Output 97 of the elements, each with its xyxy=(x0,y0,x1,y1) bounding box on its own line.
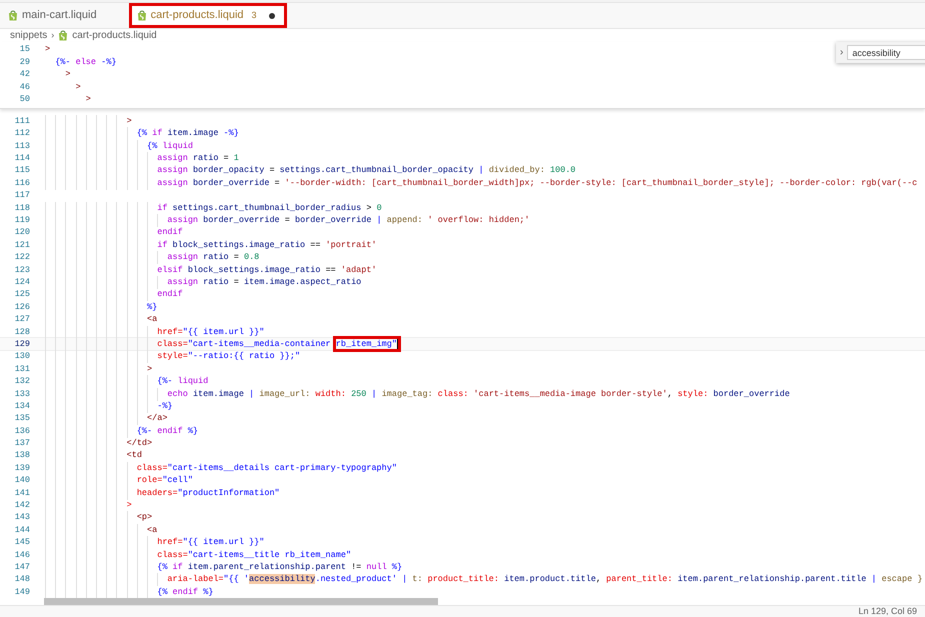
line-number: 144 xyxy=(14,526,30,534)
cursor-position[interactable]: Ln 129, Col 69 xyxy=(858,604,917,617)
code-line: assign ratio = 0.8 xyxy=(166,253,260,262)
line-number: 121 xyxy=(14,240,30,250)
code-line: %} xyxy=(146,302,158,312)
code-line: endif xyxy=(156,290,183,299)
code-line: > xyxy=(74,82,81,92)
code-line: href="{{ item.url }}" xyxy=(156,538,264,547)
line-number: 132 xyxy=(14,377,30,386)
line-number: 124 xyxy=(14,278,30,286)
line-number: 136 xyxy=(14,426,30,436)
breadcrumb-item[interactable]: cart-products.liquid xyxy=(72,28,157,43)
line-number: 114 xyxy=(14,154,30,163)
code-line: endif xyxy=(156,228,183,237)
line-number: 113 xyxy=(14,142,30,150)
line-number: 146 xyxy=(14,550,30,560)
problem-count: 3 xyxy=(252,8,257,22)
code-line: assign ratio = 1 xyxy=(156,154,239,163)
code-line: > xyxy=(146,364,152,374)
editor-tab[interactable]: cart-products.liquid 3 xyxy=(128,3,287,28)
code-line: assign border_opacity = settings.cart_thumbnail_border_opacity | divided_by: 100.0 xyxy=(156,166,576,175)
breadcrumb-separator: › xyxy=(51,28,54,42)
line-number: 46 xyxy=(18,82,30,92)
line-number: 129 xyxy=(14,340,30,348)
editor-tab[interactable]: main-cart.liquid xyxy=(0,3,105,28)
line-number: 128 xyxy=(14,328,30,336)
line-number: 111 xyxy=(14,116,30,126)
code-line: {% liquid xyxy=(146,142,193,150)
code-line: assign border_override = '--border-width: [cart_thumbnail_border_width]px; --border-style: [cart_thumbnail_border_style]; --border-color: rgb(var(--c xyxy=(156,178,918,188)
code-line: {% endif %} xyxy=(156,588,214,596)
code-line: {%- else -%} xyxy=(54,58,116,66)
code-line: {%- endif %} xyxy=(136,426,198,436)
line-number: 133 xyxy=(14,390,30,398)
code-line: if settings.cart_thumbnail_border_radius > 0 xyxy=(156,204,382,212)
line-number: 147 xyxy=(14,562,30,572)
code-line: headers="productInformation" xyxy=(136,488,280,498)
line-number: 141 xyxy=(14,488,30,498)
code-line: </td> xyxy=(126,439,152,448)
line-number: 120 xyxy=(14,228,30,237)
code-line: > xyxy=(64,70,71,79)
code-line: if block_settings.image_ratio == 'portrait' xyxy=(156,240,377,250)
code-line: echo item.image | image_url: width: 250 | image_tag: class: 'cart-items__media-image border-style', style: border_override xyxy=(166,390,790,398)
line-number: 15 xyxy=(18,44,30,54)
code-line: {% if item.parent_relationship.parent != null %} xyxy=(156,562,402,572)
find-input[interactable]: accessibility xyxy=(847,45,925,60)
line-number: 145 xyxy=(14,538,30,547)
code-line: class="cart-items__title rb_item_name" xyxy=(156,550,352,560)
line-number: 118 xyxy=(14,204,30,212)
code-line: elsif block_settings.image_ratio == 'adapt' xyxy=(156,266,377,274)
line-number: 29 xyxy=(18,58,30,66)
code-line: href="{{ item.url }}" xyxy=(156,328,264,336)
line-number: 131 xyxy=(14,364,30,374)
line-number: 127 xyxy=(14,315,30,324)
line-number: 119 xyxy=(14,216,30,225)
code-line: {%- liquid xyxy=(156,377,208,386)
code-line: aria-label="{{ 'accessibility.nested_product' | t: product_title: item.product.title, parent_title: item.parent_relationship.parent.title | escape } xyxy=(166,575,922,584)
line-number: 140 xyxy=(14,476,30,485)
line-number: 138 xyxy=(14,451,30,460)
line-number: 137 xyxy=(14,439,30,448)
line-number: 125 xyxy=(14,290,30,299)
code-line: > xyxy=(126,501,132,510)
code-line: > xyxy=(45,44,50,54)
line-number: 116 xyxy=(14,178,30,188)
line-number: 117 xyxy=(14,191,30,200)
code-line: </a> xyxy=(146,414,168,423)
line-number: 143 xyxy=(14,513,30,522)
line-number: 135 xyxy=(14,414,30,423)
breadcrumb-item[interactable]: snippets xyxy=(10,28,48,43)
code-line: -%} xyxy=(156,402,173,410)
horizontal-scrollbar[interactable] xyxy=(44,598,438,605)
line-number: 149 xyxy=(14,588,30,596)
code-line: <a xyxy=(146,315,158,324)
code-line: <a xyxy=(146,526,158,534)
line-number: 126 xyxy=(14,302,30,312)
code-line: assign border_override = border_override | append: ' overflow: hidden;' xyxy=(166,216,530,225)
code-line: {% if item.image -%} xyxy=(136,129,239,138)
line-number: 139 xyxy=(14,464,30,472)
line-number: 42 xyxy=(18,70,30,79)
code-line: assign ratio = item.image.aspect_ratio xyxy=(166,278,362,286)
line-number: 50 xyxy=(18,95,30,104)
shopping-bag-icon xyxy=(8,10,18,21)
code-line: > xyxy=(84,95,91,104)
line-number: 123 xyxy=(14,266,30,274)
line-number: 130 xyxy=(14,352,30,361)
code-line: > xyxy=(126,116,132,126)
line-number: 148 xyxy=(14,575,30,584)
line-number: 142 xyxy=(14,501,30,510)
line-number: 134 xyxy=(14,402,30,410)
code-line: <td xyxy=(126,451,142,460)
shopping-bag-icon xyxy=(136,10,147,21)
code-line: role="cell" xyxy=(136,476,193,485)
line-number: 115 xyxy=(14,166,30,175)
code-line: <p> xyxy=(136,513,152,522)
code-line: style="--ratio:{{ ratio }};" xyxy=(156,352,300,361)
line-number: 112 xyxy=(14,129,30,138)
line-number: 122 xyxy=(14,253,30,262)
code-line: class="cart-items__details cart-primary-typography" xyxy=(136,464,397,472)
